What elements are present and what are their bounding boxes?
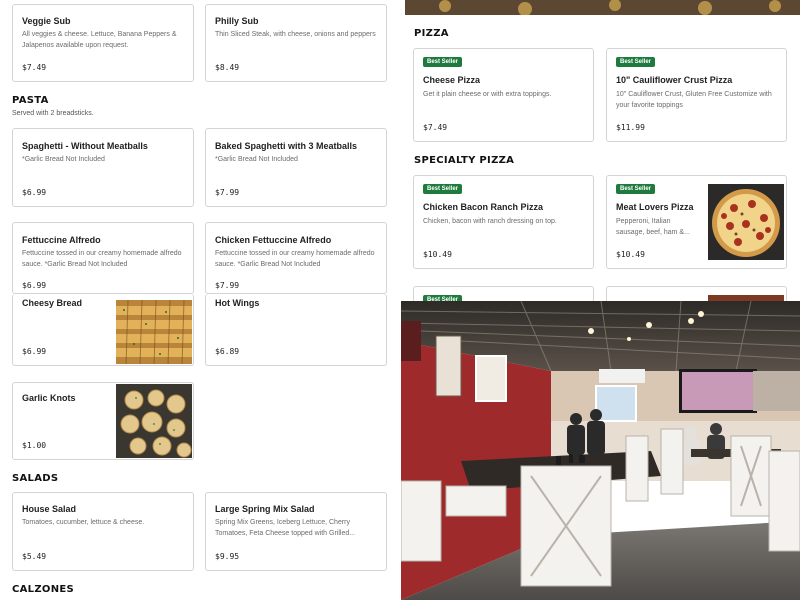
item-name: House Salad (22, 504, 77, 514)
item-description: Thin Sliced Steak, with cheese, onions a… (215, 31, 376, 38)
garlic-knots-photo (116, 384, 192, 458)
item-price: $7.99 (215, 188, 240, 197)
item-description: *Garlic Bread Not Included (22, 156, 105, 163)
section-subtitle-pasta: Served with 2 breadsticks. (12, 110, 94, 117)
menu-item-card[interactable]: Garlic Knots $1.00 (12, 382, 194, 460)
section-title-pasta: PASTA (12, 95, 49, 106)
item-price: $6.99 (22, 347, 47, 356)
section-title-calzones: CALZONES (12, 584, 75, 595)
item-description: Spring Mix Greens, Iceberg Lettuce, Cher… (215, 519, 356, 537)
item-description: Chicken, bacon with ranch dressing on to… (423, 218, 557, 225)
item-price: $11.99 (616, 123, 645, 132)
item-name: Large Spring Mix Salad (215, 504, 315, 514)
menu-item-card[interactable]: Spaghetti - Without Meatballs *Garlic Br… (12, 128, 194, 207)
item-price: $5.49 (22, 552, 47, 561)
item-name: Cheese Pizza (423, 75, 481, 85)
best-seller-badge: Best Seller (423, 184, 463, 194)
item-price: $6.99 (22, 281, 47, 290)
menu-item-card[interactable]: Best Seller Meat Lovers Pizza Pepperoni,… (606, 175, 787, 269)
item-price: $9.95 (215, 552, 240, 561)
item-price: $6.89 (215, 347, 240, 356)
item-description: Tomatoes, cucumber, lettuce & cheese. (22, 519, 145, 526)
menu-item-card[interactable]: Best Seller Chicken Bacon Ranch Pizza Ch… (413, 175, 594, 269)
item-price: $1.00 (22, 441, 47, 450)
item-price: $10.49 (616, 250, 645, 259)
item-price: $6.99 (22, 188, 47, 197)
item-description: 10" Cauliflower Crust, Gluten Free Custo… (616, 91, 772, 109)
item-price: $7.49 (423, 123, 448, 132)
item-name: Hot Wings (215, 298, 260, 308)
item-name: Cheesy Bread (22, 298, 83, 308)
best-seller-badge: Best Seller (616, 57, 656, 67)
item-name: Veggie Sub (22, 16, 71, 26)
menu-item-card[interactable]: Chicken Fettuccine Alfredo Fettuccine to… (205, 222, 387, 294)
item-description: Pepperoni, Italian sausage, beef, ham &.… (616, 218, 690, 236)
item-name: Chicken Bacon Ranch Pizza (423, 202, 544, 212)
item-name: Chicken Fettuccine Alfredo (215, 235, 332, 245)
item-description: Fettuccine tossed in our creamy homemade… (22, 250, 182, 268)
item-price: $10.49 (423, 250, 452, 259)
menu-item-card[interactable]: House Salad Tomatoes, cucumber, lettuce … (12, 492, 194, 571)
restaurant-interior-photo (401, 301, 800, 600)
item-name: Baked Spaghetti with 3 Meatballs (215, 141, 358, 151)
section-title-pizza: PIZZA (414, 28, 449, 39)
menu-item-card[interactable]: Hot Wings $6.89 (205, 294, 387, 366)
item-name: Philly Sub (215, 16, 259, 26)
item-name: Meat Lovers Pizza (616, 202, 694, 212)
menu-item-card[interactable]: Baked Spaghetti with 3 Meatballs *Garlic… (205, 128, 387, 207)
section-title-salads: SALADS (12, 473, 59, 484)
item-name: 10" Cauliflower Crust Pizza (616, 75, 733, 85)
item-name: Spaghetti - Without Meatballs (22, 141, 148, 151)
item-name: Fettuccine Alfredo (22, 235, 101, 245)
item-description: *Garlic Bread Not Included (215, 156, 298, 163)
item-name: Garlic Knots (22, 393, 76, 403)
menu-item-card[interactable]: Veggie Sub All veggies & cheese. Lettuce… (12, 4, 194, 82)
menu-item-card[interactable]: Best Seller Cheese Pizza Get it plain ch… (413, 48, 594, 142)
item-price: $8.49 (215, 63, 240, 72)
section-title-specialty-pizza: SPECIALTY PIZZA (414, 155, 515, 166)
item-description: Fettuccine tossed in our creamy homemade… (215, 250, 375, 268)
item-description: All veggies & cheese. Lettuce, Banana Pe… (22, 31, 177, 49)
cheesy-bread-photo (116, 300, 192, 364)
item-price: $7.99 (215, 281, 240, 290)
menu-item-card[interactable]: Cheesy Bread $6.99 (12, 294, 194, 366)
menu-item-card[interactable]: Fettuccine Alfredo Fettuccine tossed in … (12, 222, 194, 294)
item-price: $7.49 (22, 63, 47, 72)
best-seller-badge: Best Seller (616, 184, 656, 194)
best-seller-badge: Best Seller (423, 57, 463, 67)
menu-left-column: Veggie Sub All veggies & cheese. Lettuce… (0, 0, 400, 600)
pizza-photo (708, 184, 784, 260)
item-description: Get it plain cheese or with extra toppin… (423, 91, 552, 98)
menu-item-card[interactable]: Large Spring Mix Salad Spring Mix Greens… (205, 492, 387, 571)
menu-item-card[interactable]: Philly Sub Thin Sliced Steak, with chees… (205, 4, 387, 82)
menu-item-card[interactable]: Best Seller 10" Cauliflower Crust Pizza … (606, 48, 787, 142)
